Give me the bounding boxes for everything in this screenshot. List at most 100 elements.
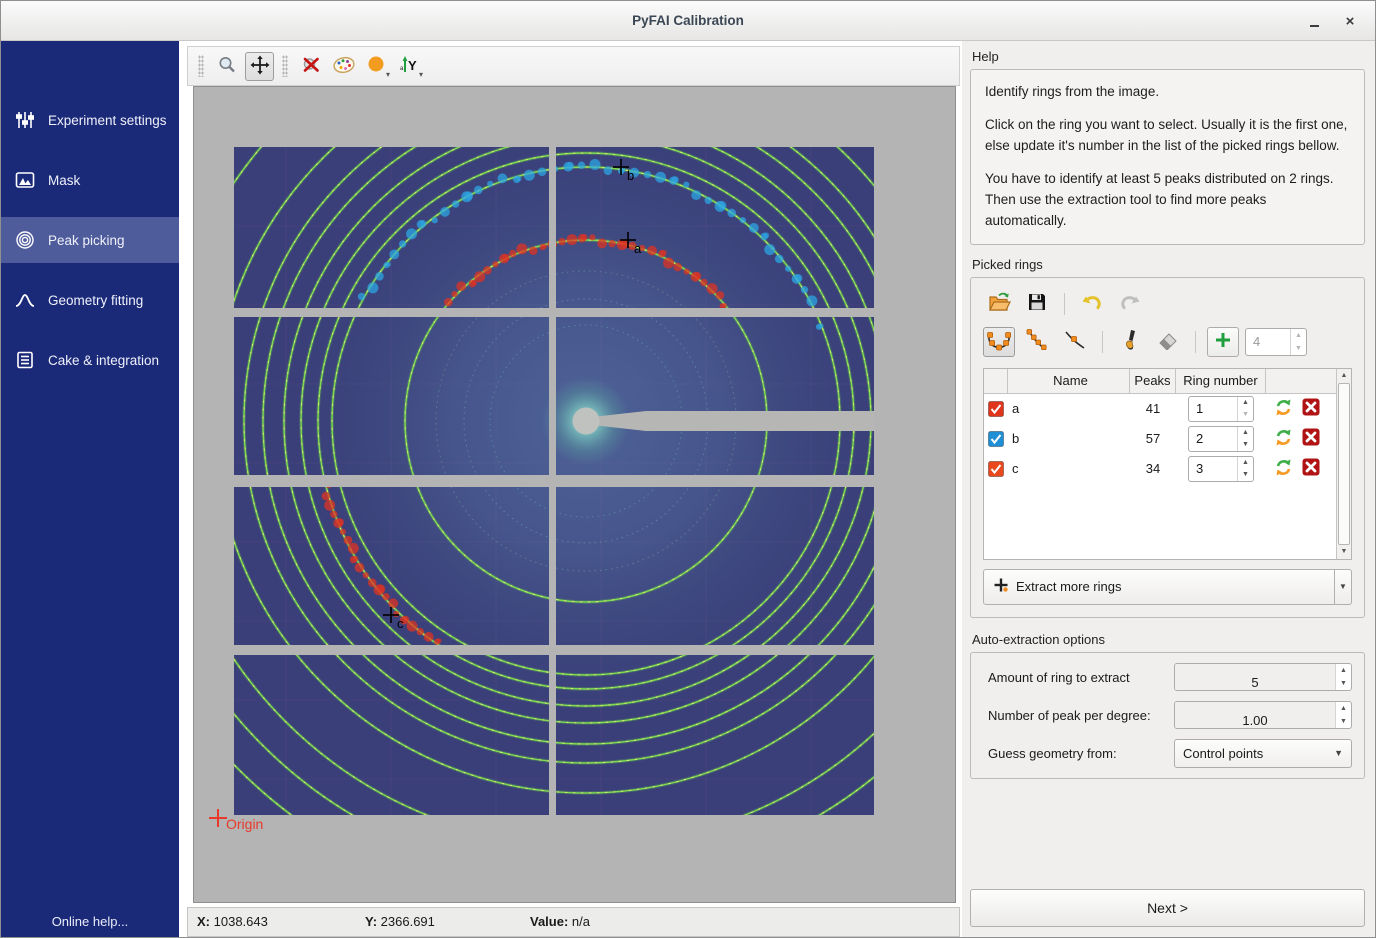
help-text-box: Identify rings from the image. Click on … xyxy=(970,69,1365,245)
svg-text:Origin: Origin xyxy=(226,816,263,832)
actions-column-header xyxy=(1266,369,1336,393)
guess-geometry-combobox[interactable]: Control points ▼ xyxy=(1174,739,1352,768)
sidebar-item-cake-integration[interactable]: Cake & integration xyxy=(1,337,179,383)
refresh-ring-icon[interactable] xyxy=(1274,428,1293,450)
redo-button[interactable] xyxy=(1114,289,1146,319)
spin-down-icon[interactable]: ▼ xyxy=(1238,409,1253,421)
delete-ring-icon[interactable] xyxy=(1302,458,1320,479)
ring-amount-spinbox[interactable]: 5 ▲▼ xyxy=(1174,663,1352,691)
marker-color-icon xyxy=(367,55,387,78)
minimize-icon xyxy=(1310,25,1319,27)
add-ring-button[interactable] xyxy=(1207,327,1239,357)
spin-up-icon[interactable]: ▲ xyxy=(1238,397,1253,409)
peak-per-degree-label: Number of peak per degree: xyxy=(983,708,1174,723)
sidebar-item-experiment-settings[interactable]: Experiment settings xyxy=(1,97,179,143)
picked-rings-table: Name Peaks Ring number a 41 1▲▼ xyxy=(983,368,1352,560)
peak-select-tool-button[interactable] xyxy=(1059,327,1091,357)
arc-select-tool-button[interactable] xyxy=(1021,327,1053,357)
colormap-button[interactable] xyxy=(329,52,358,81)
table-row[interactable]: c 34 3▲▼ xyxy=(984,454,1336,484)
extract-dropdown-button[interactable]: ▼ xyxy=(1335,569,1352,605)
spin-up-icon[interactable]: ▲ xyxy=(1238,457,1253,469)
help-paragraph: Click on the ring you want to select. Us… xyxy=(985,115,1350,157)
pan-mode-button[interactable] xyxy=(245,52,274,81)
spin-down-icon[interactable]: ▼ xyxy=(1336,677,1351,690)
spin-up-icon[interactable]: ▲ xyxy=(1238,427,1253,439)
delete-ring-icon[interactable] xyxy=(1302,398,1320,419)
sidebar: Experiment settings Mask Peak picking Ge… xyxy=(1,41,179,937)
plus-icon xyxy=(1214,331,1232,352)
new-ring-number-spinbox[interactable]: 4 ▲▼ xyxy=(1245,328,1307,356)
open-rings-button[interactable] xyxy=(983,289,1015,319)
ring-number-spinbox[interactable]: 1▲▼ xyxy=(1188,396,1254,422)
app-window: PyFAI Calibration × Experiment settings … xyxy=(0,0,1376,938)
ring-number-column-header: Ring number xyxy=(1176,369,1266,393)
sidebar-item-peak-picking[interactable]: Peak picking xyxy=(1,217,179,263)
svg-text:a: a xyxy=(400,66,404,72)
undo-button[interactable] xyxy=(1076,289,1108,319)
sidebar-item-label: Mask xyxy=(48,173,80,188)
table-row[interactable]: b 57 2▲▼ xyxy=(984,424,1336,454)
eraser-icon xyxy=(1157,330,1179,353)
titlebar: PyFAI Calibration × xyxy=(1,1,1375,41)
peak-per-degree-spinbox[interactable]: 1.00 ▲▼ xyxy=(1174,701,1352,729)
marker-color-button[interactable]: ▾ xyxy=(362,52,391,81)
scroll-up-icon[interactable]: ▲ xyxy=(1337,369,1351,383)
minimize-button[interactable] xyxy=(1299,1,1329,41)
ring-number-spinbox[interactable]: 2▲▼ xyxy=(1188,426,1254,452)
next-button[interactable]: Next > xyxy=(970,889,1365,927)
y-axis-orientation-icon: aY xyxy=(399,55,421,78)
name-column-header: Name xyxy=(1008,369,1130,393)
sidebar-item-label: Experiment settings xyxy=(48,113,167,128)
cursor-value-readout: Value: n/a xyxy=(530,914,590,929)
delete-ring-icon[interactable] xyxy=(1302,428,1320,449)
sidebar-item-label: Cake & integration xyxy=(48,353,159,368)
plot-statusbar: X: 1038.643 Y: 2366.691 Value: n/a xyxy=(187,907,960,937)
spin-up-icon[interactable]: ▲ xyxy=(1291,329,1306,342)
extract-plus-icon xyxy=(993,577,1009,596)
ring-visible-checkbox[interactable] xyxy=(988,461,1004,477)
save-rings-button[interactable] xyxy=(1021,289,1053,319)
dropdown-arrow-icon: ▾ xyxy=(386,71,390,79)
table-scrollbar[interactable]: ▲ ▼ xyxy=(1336,369,1351,559)
online-help-link[interactable]: Online help... xyxy=(1,914,179,929)
help-paragraph: You have to identify at least 5 peaks di… xyxy=(985,169,1350,232)
y-axis-orientation-button[interactable]: aY ▾ xyxy=(395,52,424,81)
sidebar-item-label: Geometry fitting xyxy=(48,293,143,308)
refresh-ring-icon[interactable] xyxy=(1274,458,1293,480)
dropdown-arrow-icon: ▾ xyxy=(419,71,423,79)
brush-tool-button[interactable] xyxy=(1114,327,1146,357)
scroll-down-icon[interactable]: ▼ xyxy=(1337,545,1351,559)
spin-down-icon[interactable]: ▼ xyxy=(1238,439,1253,451)
ring-select-tool-button[interactable] xyxy=(983,327,1015,357)
ring-number-spinbox[interactable]: 3▲▼ xyxy=(1188,456,1254,482)
ring-visible-checkbox[interactable] xyxy=(988,431,1004,447)
extract-more-rings-label: Extract more rings xyxy=(1016,579,1121,594)
cursor-y-readout: Y: 2366.691 xyxy=(365,914,435,929)
sidebar-item-geometry-fitting[interactable]: Geometry fitting xyxy=(1,277,179,323)
spin-up-icon[interactable]: ▲ xyxy=(1336,702,1351,715)
zoom-mode-button[interactable] xyxy=(212,52,241,81)
extract-more-rings-button[interactable]: Extract more rings xyxy=(983,569,1335,605)
eraser-tool-button[interactable] xyxy=(1152,327,1184,357)
diffraction-image-canvas[interactable]: a b c Origin xyxy=(193,86,956,903)
zoom-reset-button[interactable] xyxy=(296,52,325,81)
table-header: Name Peaks Ring number xyxy=(984,369,1336,394)
spin-down-icon[interactable]: ▼ xyxy=(1336,715,1351,728)
picked-rings-group-title: Picked rings xyxy=(972,257,1365,272)
spin-down-icon[interactable]: ▼ xyxy=(1291,342,1306,355)
spin-up-icon[interactable]: ▲ xyxy=(1336,664,1351,677)
right-panel: Help Identify rings from the image. Clic… xyxy=(962,41,1375,937)
undo-icon xyxy=(1081,292,1103,315)
close-button[interactable]: × xyxy=(1335,1,1365,41)
sidebar-item-mask[interactable]: Mask xyxy=(1,157,179,203)
zoom-reset-icon xyxy=(301,55,321,78)
scrollbar-thumb[interactable] xyxy=(1338,383,1350,545)
sidebar-item-label: Peak picking xyxy=(48,233,125,248)
help-paragraph: Identify rings from the image. xyxy=(985,82,1350,103)
ring-visible-checkbox[interactable] xyxy=(988,401,1004,417)
ring-amount-label: Amount of ring to extract xyxy=(983,670,1174,685)
spin-down-icon[interactable]: ▼ xyxy=(1238,469,1253,481)
table-row[interactable]: a 41 1▲▼ xyxy=(984,394,1336,424)
refresh-ring-icon[interactable] xyxy=(1274,398,1293,420)
